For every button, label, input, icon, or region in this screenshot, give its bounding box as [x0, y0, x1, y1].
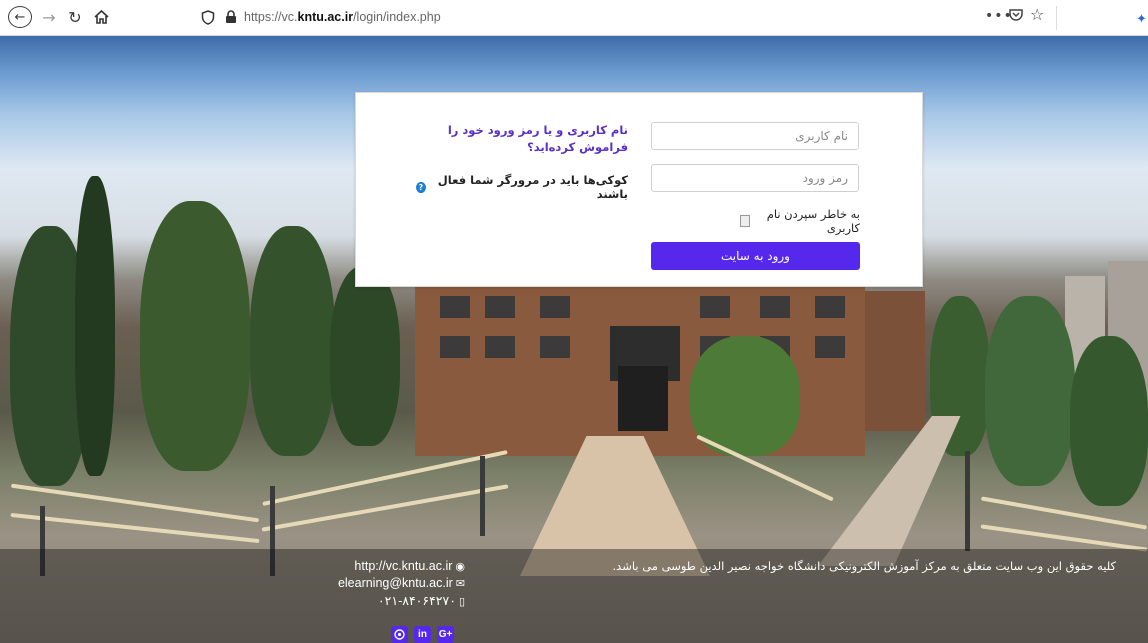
- password-input[interactable]: [651, 164, 859, 192]
- extension-icon[interactable]: ✦: [1136, 12, 1147, 27]
- login-button[interactable]: ورود به سایت: [651, 242, 860, 270]
- website-social-button[interactable]: [391, 626, 408, 643]
- home-icon: [93, 10, 109, 24]
- globe-icon: ◉: [455, 561, 465, 573]
- lock-icon: [226, 10, 236, 23]
- help-icon[interactable]: ?: [416, 181, 426, 193]
- side-building: [865, 291, 925, 431]
- copyright-text: کلیه حقوق این وب سایت متعلق به مرکز آموز…: [612, 559, 1116, 573]
- login-panel: به خاطر سپردن نام کاربری ورود به سایت نا…: [355, 92, 923, 287]
- back-button[interactable]: ←: [8, 6, 32, 28]
- url-text[interactable]: https://vc.kntu.ac.ir/login/index.php: [244, 10, 441, 24]
- shield-icon: [201, 9, 215, 25]
- google-plus-button[interactable]: G+: [437, 626, 454, 643]
- phone-text: ۰۲۱-۸۴۰۶۴۲۷۰: [377, 594, 456, 608]
- cookies-notice: کوکی‌ها باید در مرورگر شما فعال باشند ?: [416, 173, 628, 201]
- envelope-icon: ✉: [455, 578, 465, 590]
- footer-email[interactable]: elearning@kntu.ac.ir ✉: [300, 576, 465, 590]
- remember-username-option[interactable]: به خاطر سپردن نام کاربری: [736, 207, 860, 235]
- browser-toolbar: ← → ↻ https://vc.kntu.ac.ir/login/index.…: [0, 0, 1148, 36]
- email-text[interactable]: elearning@kntu.ac.ir: [338, 576, 453, 590]
- footer-website[interactable]: http://vc.kntu.ac.ir ◉: [300, 559, 465, 573]
- google-plus-icon: G+: [438, 629, 453, 640]
- forward-button[interactable]: →: [40, 6, 58, 28]
- pocket-icon[interactable]: [1008, 7, 1024, 23]
- footer-phone: ۰۲۱-۸۴۰۶۴۲۷۰ ▯: [300, 593, 465, 608]
- toolbar-divider: [1056, 6, 1057, 30]
- forgot-password-link[interactable]: نام کاربری و یا رمز ورود خود را فراموش ک…: [416, 122, 628, 156]
- remember-username-checkbox[interactable]: [740, 215, 751, 227]
- website-text[interactable]: http://vc.kntu.ac.ir: [354, 559, 452, 573]
- linkedin-button[interactable]: in: [414, 626, 431, 643]
- linkedin-icon: in: [418, 629, 427, 640]
- remember-username-label: به خاطر سپردن نام کاربری: [766, 207, 860, 235]
- bookmark-star-icon[interactable]: ☆: [1030, 5, 1044, 24]
- globe-icon: [394, 629, 405, 640]
- cookies-notice-text: کوکی‌ها باید در مرورگر شما فعال باشند: [437, 173, 628, 201]
- address-bar[interactable]: https://vc.kntu.ac.ir/login/index.php: [200, 5, 1040, 29]
- phone-icon: ▯: [458, 596, 465, 608]
- reload-button[interactable]: ↻: [66, 6, 84, 28]
- username-input[interactable]: [651, 122, 859, 150]
- home-button[interactable]: [92, 6, 110, 28]
